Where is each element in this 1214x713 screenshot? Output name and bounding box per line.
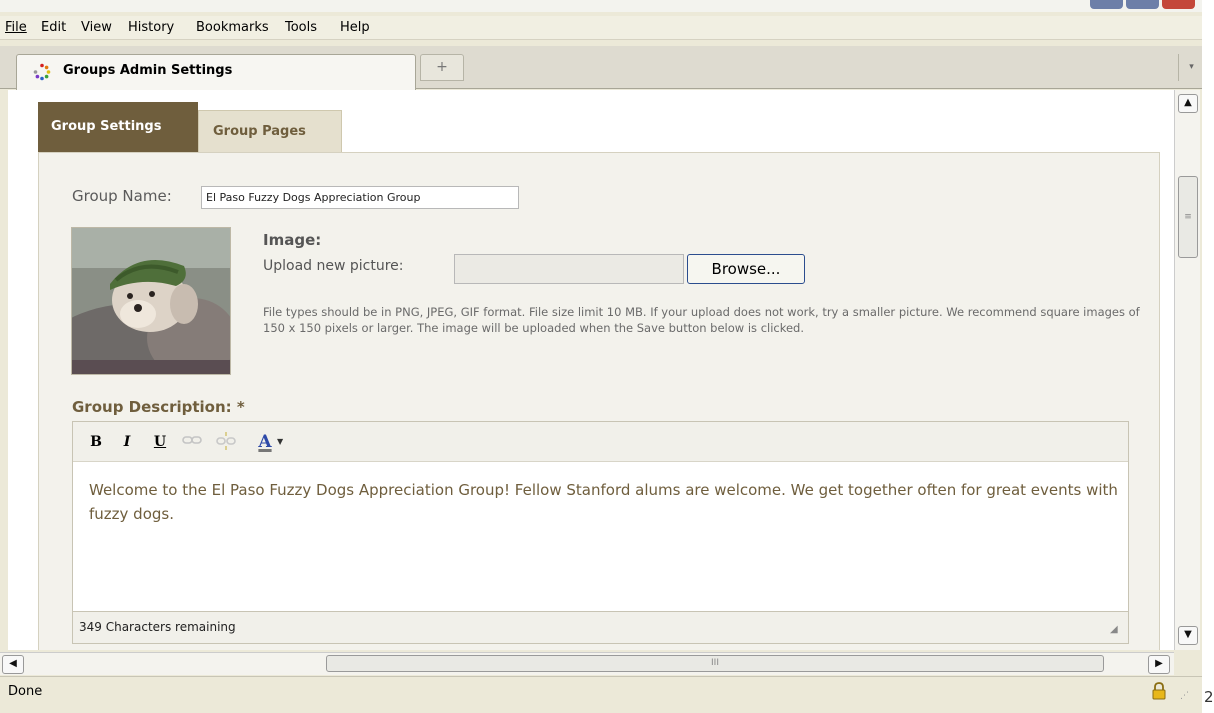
text-color-letter: A: [258, 432, 272, 452]
unlink-icon[interactable]: [215, 432, 237, 452]
required-asterisk: *: [236, 398, 245, 416]
group-name-label: Group Name:: [72, 187, 172, 205]
horizontal-scroll-thumb[interactable]: III: [326, 655, 1104, 672]
underline-button[interactable]: U: [151, 432, 169, 452]
upload-help-text: File types should be in PNG, JPEG, GIF f…: [263, 305, 1140, 335]
padlock-icon[interactable]: [1152, 682, 1166, 700]
scroll-down-button[interactable]: ▼: [1178, 626, 1198, 645]
menu-bar: File Edit View History Bookmarks Tools H…: [0, 16, 1202, 40]
menu-history[interactable]: History: [128, 20, 174, 35]
status-text: Done: [8, 684, 43, 699]
editor-toolbar: B I U A ▼: [73, 422, 1128, 462]
group-photo: [71, 227, 231, 375]
scroll-up-button[interactable]: ▲: [1178, 94, 1198, 113]
minimize-button[interactable]: [1090, 0, 1123, 9]
menu-view[interactable]: View: [81, 20, 112, 35]
menu-bookmarks[interactable]: Bookmarks: [196, 20, 269, 35]
loading-spinner-icon: [33, 63, 51, 81]
link-icon[interactable]: [181, 432, 203, 452]
group-name-input[interactable]: [201, 186, 519, 209]
menu-tools[interactable]: Tools: [285, 20, 317, 35]
editor-footer: 349 Characters remaining ◢: [73, 611, 1128, 643]
browse-button[interactable]: Browse...: [687, 254, 805, 284]
vertical-scroll-thumb[interactable]: ≡: [1178, 176, 1198, 258]
browser-tab-groups-admin[interactable]: Groups Admin Settings: [16, 54, 416, 90]
description-editor: B I U A ▼ Welcome to the El Paso Fuzzy D…: [72, 421, 1129, 644]
menu-file[interactable]: File: [5, 20, 27, 35]
italic-button[interactable]: I: [118, 432, 136, 452]
browser-tab-title: Groups Admin Settings: [63, 63, 233, 78]
menu-edit[interactable]: Edit: [41, 20, 66, 35]
settings-panel: Group Name: El Paso Fuzzy Dogs Appreciat…: [38, 152, 1160, 650]
window-resize-grip-icon[interactable]: ⋰: [1180, 691, 1192, 703]
browser-window: File Edit View History Bookmarks Tools H…: [0, 0, 1202, 713]
page-viewport: Group Settings Group Pages Group Name: E…: [8, 90, 1174, 650]
tab-strip: Groups Admin Settings + ▾: [0, 46, 1202, 90]
tab-group-settings[interactable]: Group Settings: [38, 102, 198, 160]
close-window-button[interactable]: [1162, 0, 1195, 9]
description-label-text: Group Description:: [72, 398, 232, 416]
file-path-input[interactable]: [454, 254, 684, 284]
status-bar: Done ⋰: [0, 676, 1202, 713]
title-bar: [0, 0, 1202, 12]
text-color-button[interactable]: A ▼: [251, 432, 283, 452]
tab-list-dropdown[interactable]: ▾: [1178, 54, 1202, 81]
scroll-right-button[interactable]: ▶: [1148, 655, 1170, 674]
maximize-button[interactable]: [1126, 0, 1159, 9]
characters-remaining: 349 Characters remaining: [79, 620, 236, 634]
image-heading: Image:: [263, 231, 322, 249]
upload-label: Upload new picture:: [263, 258, 404, 274]
menu-help[interactable]: Help: [340, 20, 370, 35]
vertical-scrollbar[interactable]: ▲ ≡ ▼: [1174, 90, 1200, 650]
window-controls: [1090, 0, 1200, 10]
description-text[interactable]: Welcome to the El Paso Fuzzy Dogs Apprec…: [89, 478, 1119, 526]
new-tab-button[interactable]: +: [420, 54, 464, 81]
bold-button[interactable]: B: [87, 432, 105, 452]
horizontal-scrollbar[interactable]: ◀ III ▶: [0, 652, 1174, 675]
resize-grip-icon[interactable]: ◢: [1110, 624, 1122, 636]
tab-group-pages[interactable]: Group Pages: [198, 110, 342, 152]
edge-fragment-text: 2: [1204, 688, 1214, 706]
scroll-left-button[interactable]: ◀: [2, 655, 24, 674]
chevron-down-icon: ▼: [277, 437, 284, 446]
dog-photo-image: [72, 228, 230, 374]
group-description-label: Group Description: *: [72, 398, 245, 416]
